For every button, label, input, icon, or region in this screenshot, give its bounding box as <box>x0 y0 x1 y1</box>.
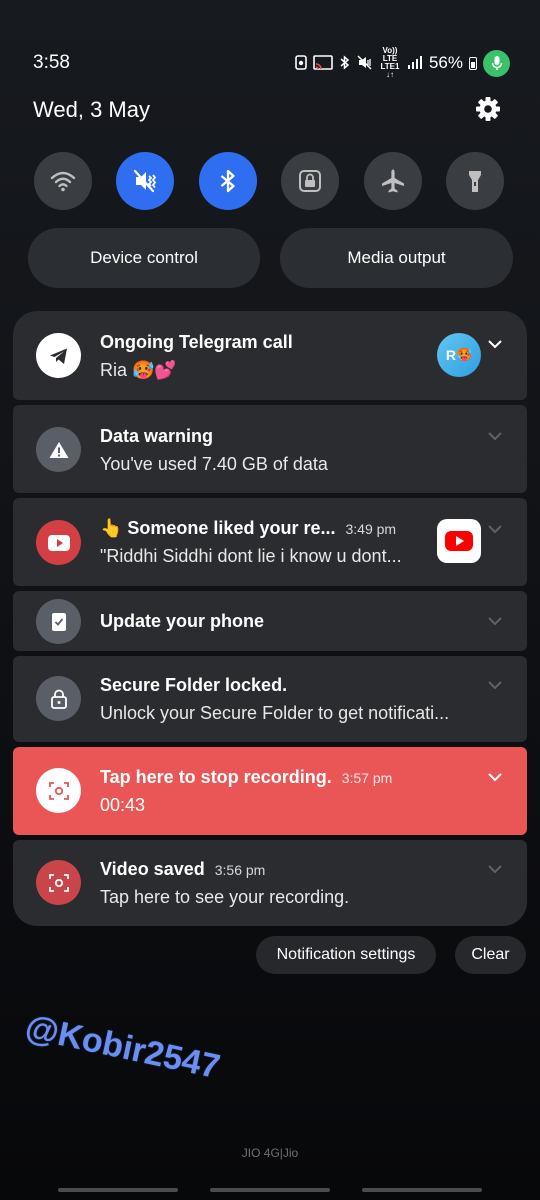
notification-software-update[interactable]: Update your phone <box>13 591 527 651</box>
date-label: Wed, 3 May <box>33 97 150 122</box>
notification-title: Secure Folder locked. <box>100 675 288 695</box>
screen-recorder-icon <box>36 768 81 813</box>
expand-chevron-icon[interactable] <box>487 680 503 690</box>
quick-settings-toggles <box>34 152 506 210</box>
battery-icon <box>469 56 477 70</box>
nav-recent-apps[interactable] <box>58 1188 178 1192</box>
caller-avatar: R 🥵 <box>437 333 481 377</box>
device-control-button[interactable]: Device control <box>28 228 260 288</box>
notification-body: Unlock your Secure Folder to get notific… <box>100 703 450 723</box>
nav-back[interactable] <box>362 1188 482 1192</box>
sound-mode-toggle[interactable] <box>116 152 174 210</box>
mute-status-icon <box>357 54 373 72</box>
notification-time: 3:56 pm <box>214 862 266 878</box>
notification-time: 3:57 pm <box>341 770 393 786</box>
notification-video-saved[interactable]: Video saved 3:56 pm Tap here to see your … <box>13 840 527 926</box>
bluetooth-toggle[interactable] <box>199 152 257 210</box>
screen-lock-toggle[interactable] <box>281 152 339 210</box>
notification-title: Data warning <box>100 426 214 446</box>
screen-recorder-icon <box>36 860 81 905</box>
clear-label: Clear <box>471 946 510 963</box>
notification-title: Ongoing Telegram call <box>100 332 293 352</box>
volte-icon: Vo)) LTE LTE1 ↓↑ <box>380 46 400 79</box>
notification-title: Update your phone <box>100 611 265 631</box>
carrier-label: JIO 4G|Jio <box>241 1146 299 1160</box>
watermark-text: @Kobir2547 <box>22 1008 224 1087</box>
wifi-icon <box>50 171 76 192</box>
expand-chevron-icon[interactable] <box>487 339 503 349</box>
notification-body: "Riddhi Siddhi dont lie i know u dont... <box>100 546 402 566</box>
signal-icon <box>407 55 423 71</box>
notification-data-warning[interactable]: Data warning You've used 7.40 GB of data <box>13 405 527 493</box>
device-control-label: Device control <box>90 248 198 267</box>
notification-title: 👆 Someone liked your re... 3:49 pm <box>100 518 397 538</box>
notification-body: Ria 🥵💕 <box>100 360 177 380</box>
lock-icon <box>299 170 321 192</box>
youtube-app-icon <box>36 520 81 565</box>
notification-screen-recording[interactable]: Tap here to stop recording. 3:57 pm 00:43 <box>13 747 527 835</box>
software-update-icon <box>36 599 81 644</box>
bluetooth-status-icon <box>339 54 351 72</box>
notification-settings-button[interactable]: Notification settings <box>256 936 436 974</box>
secure-folder-lock-icon <box>36 676 81 721</box>
warning-icon <box>36 427 81 472</box>
media-output-button[interactable]: Media output <box>280 228 513 288</box>
expand-chevron-icon[interactable] <box>487 864 503 874</box>
recording-timer: 00:43 <box>100 795 146 815</box>
avatar-letter: R <box>445 347 456 363</box>
expand-chevron-icon[interactable] <box>487 616 503 626</box>
avatar-emoji: 🥵 <box>455 347 473 362</box>
nav-home[interactable] <box>210 1188 330 1192</box>
notification-time: 3:49 pm <box>345 521 397 537</box>
wifi-toggle[interactable] <box>34 152 92 210</box>
mute-vibrate-icon <box>133 169 157 193</box>
bluetooth-icon <box>220 169 235 193</box>
mic-in-use-icon[interactable] <box>483 49 510 77</box>
status-bar: 3:58 Vo)) LTE LTE1 ↓↑ 56% <box>0 0 540 95</box>
clear-button[interactable]: Clear <box>455 936 526 974</box>
flashlight-icon <box>469 171 481 192</box>
notification-telegram-call[interactable]: Ongoing Telegram call Ria 🥵💕 R 🥵 <box>13 311 527 400</box>
expand-chevron-icon[interactable] <box>487 524 503 534</box>
battery-percent: 56% <box>428 53 463 72</box>
settings-gear-icon[interactable] <box>474 95 502 123</box>
notification-title: Tap here to stop recording. 3:57 pm <box>100 767 393 787</box>
screenshot-icon <box>295 54 307 72</box>
status-icons: Vo)) LTE LTE1 ↓↑ 56% <box>295 47 510 79</box>
media-output-label: Media output <box>347 248 446 267</box>
status-clock: 3:58 <box>33 52 70 73</box>
airplane-mode-toggle[interactable] <box>364 152 422 210</box>
notification-body: You've used 7.40 GB of data <box>100 454 328 474</box>
notification-secure-folder[interactable]: Secure Folder locked. Unlock your Secure… <box>13 656 527 742</box>
expand-chevron-icon[interactable] <box>487 772 503 782</box>
cast-icon <box>313 54 333 72</box>
airplane-icon <box>382 169 404 193</box>
telegram-icon <box>36 333 81 378</box>
notification-settings-label: Notification settings <box>276 946 416 963</box>
youtube-thumbnail-icon <box>437 519 481 563</box>
notification-body: Tap here to see your recording. <box>100 887 350 907</box>
notification-title: Video saved 3:56 pm <box>100 859 266 879</box>
expand-chevron-icon[interactable] <box>487 431 503 441</box>
notification-youtube[interactable]: 👆 Someone liked your re... 3:49 pm "Riddh… <box>13 498 527 586</box>
flashlight-toggle[interactable] <box>446 152 504 210</box>
